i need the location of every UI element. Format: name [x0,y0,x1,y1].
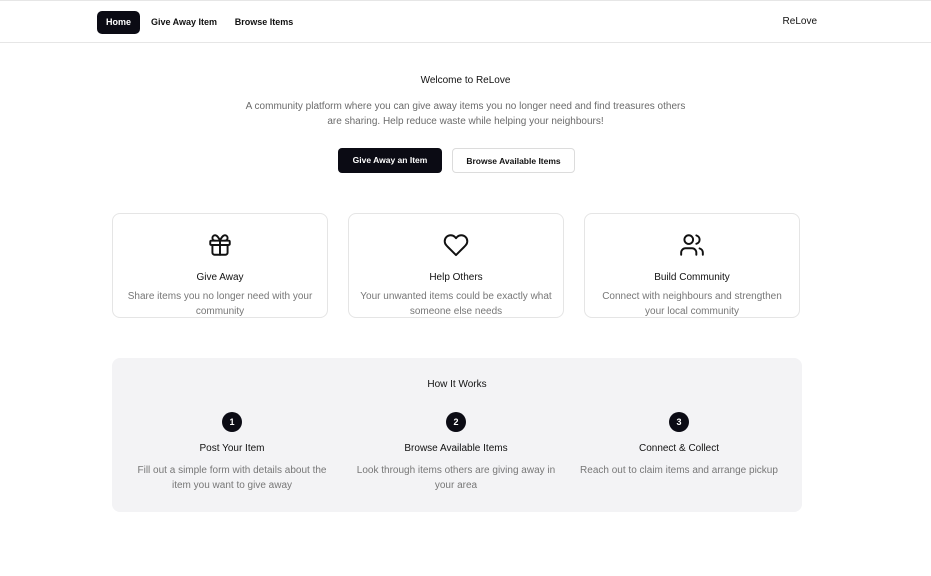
hero-description: A community platform where you can give … [245,101,686,127]
users-icon [680,234,704,256]
feature-card-build-community: Build Community Connect with neighbours … [584,213,800,318]
step-number-badge: 2 [446,412,466,432]
feature-card-give-away: Give Away Share items you no longer need… [112,213,328,318]
nav-home-button[interactable]: Home [97,11,140,34]
give-away-item-button[interactable]: Give Away an Item [338,148,442,173]
brand-logo-text[interactable]: ReLove [783,16,817,27]
step-title: Post Your Item [199,443,265,454]
feature-text: Share items you no longer need with your… [127,291,313,317]
how-it-works-title: How It Works [427,379,487,390]
feature-title: Give Away [196,272,244,283]
feature-text: Connect with neighbours and strengthen y… [602,291,782,317]
gift-icon [209,234,231,256]
top-navigation-bar: Home Give Away Item Browse Items ReLove [0,0,931,43]
step-title: Browse Available Items [404,443,508,454]
step-number-badge: 3 [669,412,689,432]
step-title: Connect & Collect [638,443,720,454]
feature-card-help-others: Help Others Your unwanted items could be… [348,213,564,318]
feature-title: Build Community [654,272,730,283]
nav-give-away-button[interactable]: Give Away Item [147,11,221,34]
step-text: Look through items others are giving awa… [356,465,556,491]
heart-icon [443,234,469,257]
browse-available-items-button[interactable]: Browse Available Items [452,148,575,173]
step-number-badge: 1 [222,412,242,432]
step-text: Reach out to claim items and arrange pic… [580,465,778,476]
how-it-works-section: How It Works 1 Post Your Item Fill out a… [112,358,802,512]
feature-text: Your unwanted items could be exactly wha… [360,291,552,317]
hero-title: Welcome to ReLove [420,75,511,86]
feature-title: Help Others [429,272,483,283]
step-text: Fill out a simple form with details abou… [137,465,327,491]
nav-browse-button[interactable]: Browse Items [230,11,298,34]
